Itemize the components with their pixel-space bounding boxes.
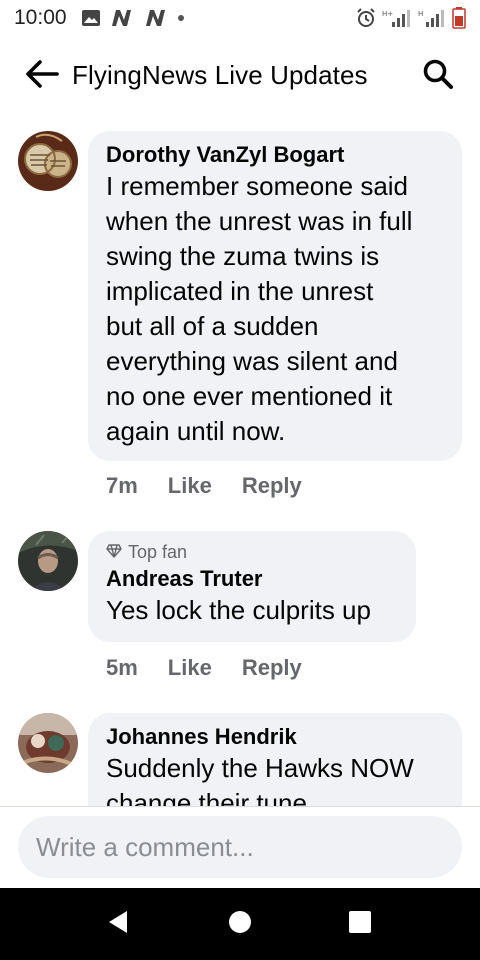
comment-bubble[interactable]: Top fan Andreas Truter Yes lock the culp…	[88, 531, 416, 642]
battery-icon	[452, 7, 466, 29]
nav-back-button[interactable]	[98, 908, 138, 940]
status-bar: 10:00 H+ H	[0, 0, 480, 36]
back-arrow-icon	[25, 59, 59, 94]
search-button[interactable]	[418, 56, 458, 96]
like-button[interactable]: Like	[168, 473, 212, 499]
comment-author[interactable]: Andreas Truter	[106, 565, 398, 593]
comment-actions: 5m Like Reply	[106, 655, 302, 681]
comment-input[interactable]: Write a comment...	[18, 816, 462, 878]
comment-author[interactable]: Dorothy VanZyl Bogart	[106, 141, 444, 169]
reply-button[interactable]: Reply	[242, 473, 302, 499]
page-title: FlyingNews Live Updates	[72, 60, 368, 90]
comments-list: Dorothy VanZyl Bogart I remember someone…	[0, 120, 480, 806]
comment-author[interactable]: Johannes Hendrik	[106, 723, 444, 751]
system-nav-bar	[0, 888, 480, 960]
top-fan-badge: Top fan	[106, 541, 398, 563]
comment-text: I remember someone said when the unrest …	[106, 171, 413, 446]
signal-icon: H+	[382, 8, 412, 28]
avatar[interactable]	[18, 531, 78, 591]
dot-icon	[177, 14, 185, 22]
like-button[interactable]: Like	[168, 655, 212, 681]
comment-bubble[interactable]: Dorothy VanZyl Bogart I remember someone…	[88, 131, 462, 461]
back-button[interactable]	[22, 58, 62, 94]
comment-text: Suddenly the Hawks NOW change their tune	[106, 753, 414, 806]
avatar[interactable]	[18, 713, 78, 773]
reply-button[interactable]: Reply	[242, 655, 302, 681]
diamond-icon	[106, 541, 122, 563]
comment-bubble[interactable]: Johannes Hendrik Suddenly the Hawks NOW …	[88, 713, 462, 806]
comment-actions: 7m Like Reply	[106, 473, 302, 499]
recents-square-icon	[348, 910, 372, 939]
back-triangle-icon	[106, 909, 130, 940]
signal-icon: H	[418, 8, 446, 28]
app-header: FlyingNews Live Updates	[0, 48, 480, 104]
svg-text:H: H	[418, 10, 423, 18]
comment-time: 5m	[106, 655, 138, 680]
network-n-icon	[109, 9, 135, 27]
comment-text: Yes lock the culprits up	[106, 595, 371, 625]
gallery-icon	[81, 9, 101, 27]
nav-home-button[interactable]	[220, 908, 260, 940]
network-n-icon	[143, 9, 169, 27]
composer-divider	[0, 806, 480, 807]
search-icon	[422, 58, 454, 95]
home-circle-icon	[228, 910, 252, 939]
badge-label: Top fan	[128, 542, 188, 562]
alarm-icon	[356, 8, 376, 28]
comment-time: 7m	[106, 473, 138, 498]
svg-text:H+: H+	[382, 10, 393, 18]
avatar[interactable]	[18, 131, 78, 191]
nav-recents-button[interactable]	[340, 908, 380, 940]
status-time: 10:00	[14, 6, 67, 29]
